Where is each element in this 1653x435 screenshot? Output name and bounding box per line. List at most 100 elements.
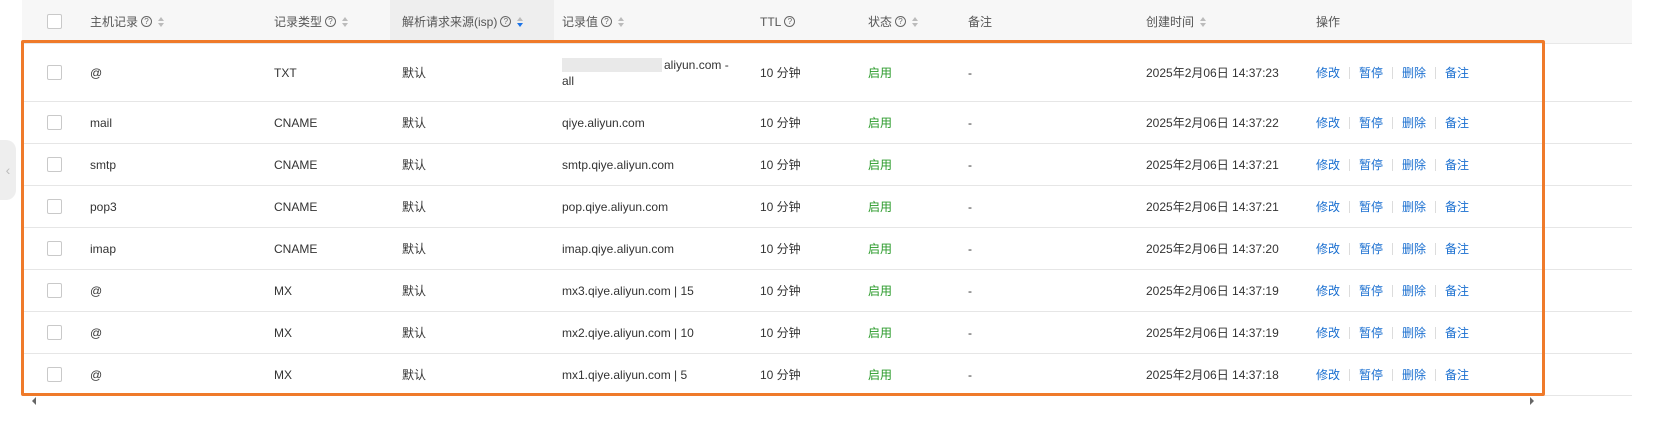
- cell-type: CNAME: [274, 157, 318, 172]
- table-row: @ TXT 默认 aliyun.com - all 10 分钟 启用 - 202…: [22, 44, 1632, 102]
- cell-type: MX: [274, 325, 292, 340]
- delete-link[interactable]: 删除: [1402, 64, 1426, 81]
- delete-link[interactable]: 删除: [1402, 240, 1426, 257]
- edit-link[interactable]: 修改: [1316, 156, 1340, 173]
- cell-created: 2025年2月06日 14:37:20: [1146, 242, 1279, 256]
- pause-link[interactable]: 暂停: [1359, 114, 1383, 131]
- remark-link[interactable]: 备注: [1445, 324, 1469, 341]
- row-checkbox[interactable]: [47, 367, 62, 382]
- cell-isp: 默认: [402, 326, 427, 340]
- column-header-type[interactable]: 记录类型 ?: [274, 0, 394, 43]
- column-header-ttl[interactable]: TTL ?: [760, 0, 860, 43]
- column-header-isp[interactable]: 解析请求来源(isp) ?: [390, 0, 554, 43]
- cell-remark: -: [968, 283, 972, 298]
- edit-link[interactable]: 修改: [1316, 114, 1340, 131]
- cell-created: 2025年2月06日 14:37:22: [1146, 116, 1279, 130]
- pause-link[interactable]: 暂停: [1359, 198, 1383, 215]
- pause-link[interactable]: 暂停: [1359, 156, 1383, 173]
- cell-type: MX: [274, 367, 292, 382]
- cell-value: smtp.qiye.aliyun.com: [562, 157, 675, 172]
- pause-link[interactable]: 暂停: [1359, 240, 1383, 257]
- pause-link[interactable]: 暂停: [1359, 64, 1383, 81]
- cell-status: 启用: [868, 158, 893, 172]
- column-header-created[interactable]: 创建时间: [1146, 0, 1316, 43]
- remark-link[interactable]: 备注: [1445, 156, 1469, 173]
- sort-icon[interactable]: [158, 16, 165, 27]
- row-checkbox[interactable]: [47, 325, 62, 340]
- cell-created: 2025年2月06日 14:37:21: [1146, 200, 1279, 214]
- sort-icon[interactable]: [342, 16, 349, 27]
- help-icon[interactable]: ?: [500, 16, 512, 27]
- row-checkbox[interactable]: [47, 283, 62, 298]
- sort-icon[interactable]: [912, 16, 919, 27]
- cell-ttl: 10 分钟: [760, 200, 801, 214]
- remark-link[interactable]: 备注: [1445, 240, 1469, 257]
- cell-status: 启用: [868, 284, 893, 298]
- cell-status: 启用: [868, 116, 893, 130]
- edit-link[interactable]: 修改: [1316, 324, 1340, 341]
- cell-status: 启用: [868, 200, 893, 214]
- cell-host: @: [90, 325, 103, 340]
- cell-host: smtp: [90, 157, 117, 172]
- row-actions: 修改 暂停 删除 备注: [1316, 144, 1566, 185]
- cell-value: mx2.qiye.aliyun.com | 10: [562, 325, 694, 340]
- row-checkbox[interactable]: [47, 115, 62, 130]
- column-header-status[interactable]: 状态 ?: [868, 0, 966, 43]
- help-icon[interactable]: ?: [141, 16, 153, 27]
- edit-link[interactable]: 修改: [1316, 64, 1340, 81]
- dns-records-table: 主机记录 ? 记录类型 ? 解析请求来源(isp) ? 记录值 ? TTL ? …: [22, 0, 1632, 396]
- cell-status: 启用: [868, 326, 893, 340]
- table-row: @ MX 默认 mx1.qiye.aliyun.com | 5 10 分钟 启用…: [22, 354, 1632, 396]
- help-icon[interactable]: ?: [325, 16, 337, 27]
- delete-link[interactable]: 删除: [1402, 324, 1426, 341]
- sort-icon[interactable]: [1200, 16, 1207, 27]
- cell-type: CNAME: [274, 241, 318, 256]
- column-header-host[interactable]: 主机记录 ?: [90, 0, 270, 43]
- cell-remark: -: [968, 65, 972, 80]
- row-checkbox[interactable]: [47, 157, 62, 172]
- help-icon[interactable]: ?: [895, 16, 907, 27]
- cell-host: @: [90, 367, 103, 382]
- cell-type: TXT: [274, 65, 297, 80]
- delete-link[interactable]: 删除: [1402, 198, 1426, 215]
- cell-created: 2025年2月06日 14:37:18: [1146, 368, 1279, 382]
- remark-link[interactable]: 备注: [1445, 64, 1469, 81]
- edit-link[interactable]: 修改: [1316, 366, 1340, 383]
- cell-value: qiye.aliyun.com: [562, 115, 645, 130]
- delete-link[interactable]: 删除: [1402, 366, 1426, 383]
- remark-link[interactable]: 备注: [1445, 114, 1469, 131]
- edit-link[interactable]: 修改: [1316, 198, 1340, 215]
- scroll-right-icon[interactable]: [1530, 397, 1534, 405]
- edit-link[interactable]: 修改: [1316, 282, 1340, 299]
- edit-link[interactable]: 修改: [1316, 240, 1340, 257]
- scroll-left-icon[interactable]: [32, 397, 36, 405]
- pause-link[interactable]: 暂停: [1359, 366, 1383, 383]
- remark-link[interactable]: 备注: [1445, 366, 1469, 383]
- cell-remark: -: [968, 157, 972, 172]
- row-checkbox[interactable]: [47, 199, 62, 214]
- cell-isp: 默认: [402, 368, 427, 382]
- column-header-ops: 操作: [1316, 15, 1341, 29]
- remark-link[interactable]: 备注: [1445, 198, 1469, 215]
- cell-ttl: 10 分钟: [760, 116, 801, 130]
- sidebar-collapse-toggle[interactable]: ‹: [0, 140, 16, 200]
- help-icon[interactable]: ?: [784, 16, 796, 27]
- pause-link[interactable]: 暂停: [1359, 324, 1383, 341]
- sort-icon[interactable]: [517, 16, 524, 27]
- row-checkbox[interactable]: [47, 65, 62, 80]
- select-all-checkbox[interactable]: [47, 14, 62, 29]
- delete-link[interactable]: 删除: [1402, 156, 1426, 173]
- pause-link[interactable]: 暂停: [1359, 282, 1383, 299]
- cell-remark: -: [968, 367, 972, 382]
- delete-link[interactable]: 删除: [1402, 282, 1426, 299]
- cell-host: imap: [90, 241, 117, 256]
- sort-icon[interactable]: [618, 16, 625, 27]
- horizontal-scrollbar[interactable]: [22, 397, 1534, 405]
- row-checkbox[interactable]: [47, 241, 62, 256]
- remark-link[interactable]: 备注: [1445, 282, 1469, 299]
- masked-value: [562, 58, 662, 73]
- help-icon[interactable]: ?: [601, 16, 613, 27]
- column-header-value[interactable]: 记录值 ?: [562, 0, 752, 43]
- delete-link[interactable]: 删除: [1402, 114, 1426, 131]
- cell-created: 2025年2月06日 14:37:19: [1146, 326, 1279, 340]
